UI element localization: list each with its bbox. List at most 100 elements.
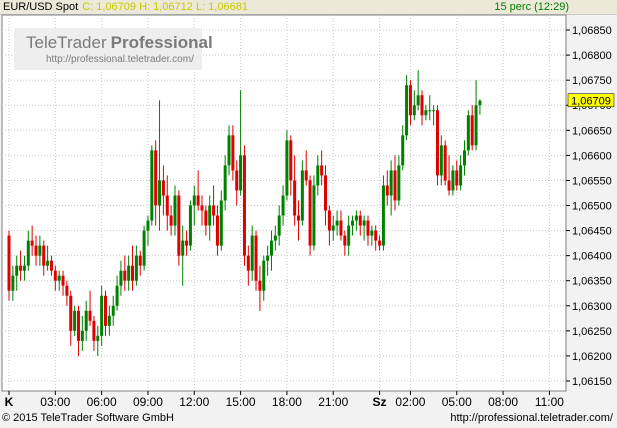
candle-body	[119, 270, 123, 286]
candle-body	[231, 135, 235, 171]
candle-body	[15, 265, 19, 276]
y-tick-label: 1,06350	[572, 276, 612, 288]
x-tick-label: 21:00	[318, 395, 348, 409]
x-tick-label: 18:00	[272, 395, 302, 409]
y-tick-label: 1,06800	[572, 50, 612, 62]
candle-body	[30, 240, 34, 246]
y-tick-label: 1,06650	[572, 125, 612, 137]
candle-body	[308, 180, 312, 246]
candle-body	[96, 335, 100, 341]
candle-body	[92, 320, 96, 341]
candle-body	[397, 165, 401, 201]
candle-body	[389, 170, 393, 196]
candle-body	[250, 235, 254, 271]
candle-body	[65, 285, 69, 296]
candle-body	[104, 295, 107, 326]
y-tick-label: 1,06200	[572, 351, 612, 363]
candle-body	[154, 150, 158, 206]
candle-body	[88, 310, 92, 321]
candle-body	[374, 230, 378, 241]
candle-body	[443, 145, 447, 181]
footer-url-link[interactable]: http://professional.teletrader.com/	[450, 408, 613, 428]
candle-body	[277, 215, 281, 236]
y-tick-label: 1,06550	[572, 175, 612, 187]
candle-body	[459, 165, 463, 186]
x-tick-label: 03:00	[40, 395, 70, 409]
candle-body	[300, 170, 304, 221]
candle-body	[366, 220, 370, 236]
candle-body	[84, 310, 88, 331]
x-tick-label: Sz	[373, 395, 387, 409]
candle-body	[196, 195, 200, 206]
candle-body	[142, 230, 146, 266]
candle-body	[223, 165, 227, 201]
candle-body	[61, 275, 65, 286]
y-axis: 1,06150 1,06200 1,06250 1,06300 1,06350 1,064…	[566, 25, 612, 388]
candle-body	[173, 195, 177, 226]
candle	[308, 175, 312, 256]
candlestick-chart[interactable]: TeleTrader Professional http://profession…	[0, 0, 617, 428]
candle-body	[462, 150, 466, 166]
candle-body	[134, 255, 138, 281]
candle-body	[69, 295, 73, 331]
candle-body	[347, 225, 351, 246]
candle	[381, 175, 385, 251]
candle-body	[165, 195, 169, 216]
candle-body	[439, 145, 443, 176]
candle-body	[354, 215, 358, 221]
watermark-brand-bold: Professional	[111, 33, 213, 52]
candle-body	[200, 205, 204, 211]
y-tick-label: 1,06250	[572, 326, 612, 338]
candle-body	[38, 245, 42, 256]
candle-body	[150, 150, 154, 221]
candle-body	[293, 180, 297, 216]
candle-body	[285, 140, 289, 196]
candle-body	[177, 195, 181, 256]
candle-body	[123, 270, 127, 281]
candle-body	[393, 170, 397, 201]
candle-body	[80, 330, 84, 341]
candle-body	[138, 255, 142, 266]
candle-body	[451, 170, 455, 191]
candle-body	[320, 165, 324, 176]
candle-body	[49, 260, 53, 271]
y-tick-label: 1,06400	[572, 251, 612, 263]
candle-body	[273, 235, 277, 241]
candle-body	[289, 140, 293, 181]
y-tick-label: 1,06150	[572, 376, 612, 388]
candle-body	[212, 205, 216, 216]
x-tick-label: K	[5, 395, 14, 409]
candle	[188, 200, 192, 251]
candle-body	[266, 255, 270, 261]
candle-body	[107, 315, 111, 326]
candle-body	[181, 240, 185, 256]
candle-body	[447, 180, 451, 191]
y-tick-label: 1,06750	[572, 75, 612, 87]
candle-body	[53, 270, 57, 281]
candle-body	[316, 165, 320, 186]
candle-body	[428, 110, 432, 112]
candle-body	[219, 200, 223, 246]
candle-body	[254, 235, 258, 281]
candle-body	[188, 205, 192, 246]
watermark: TeleTrader Professional http://profession…	[14, 28, 213, 70]
watermark-brand-light: TeleTrader	[26, 33, 107, 52]
candle-body	[362, 220, 366, 226]
watermark-brand: TeleTrader Professional	[26, 33, 213, 52]
candle-body	[420, 95, 424, 116]
candle-body	[22, 265, 26, 271]
y-tick-label: 1,06600	[572, 150, 612, 162]
footer: © 2015 TeleTrader Software GmbH http://p…	[0, 408, 617, 428]
candle-body	[227, 135, 231, 166]
candle-body	[57, 275, 61, 281]
last-price-marker: 1,06709	[567, 93, 615, 108]
candle	[142, 225, 146, 271]
candle-body	[127, 265, 131, 281]
candle	[242, 145, 246, 266]
candle-body	[158, 180, 162, 206]
candle-body	[11, 275, 15, 291]
candle-body	[335, 220, 339, 226]
candle-body	[358, 215, 362, 226]
x-tick-label: 09:00	[133, 395, 163, 409]
candle-body	[401, 135, 405, 166]
